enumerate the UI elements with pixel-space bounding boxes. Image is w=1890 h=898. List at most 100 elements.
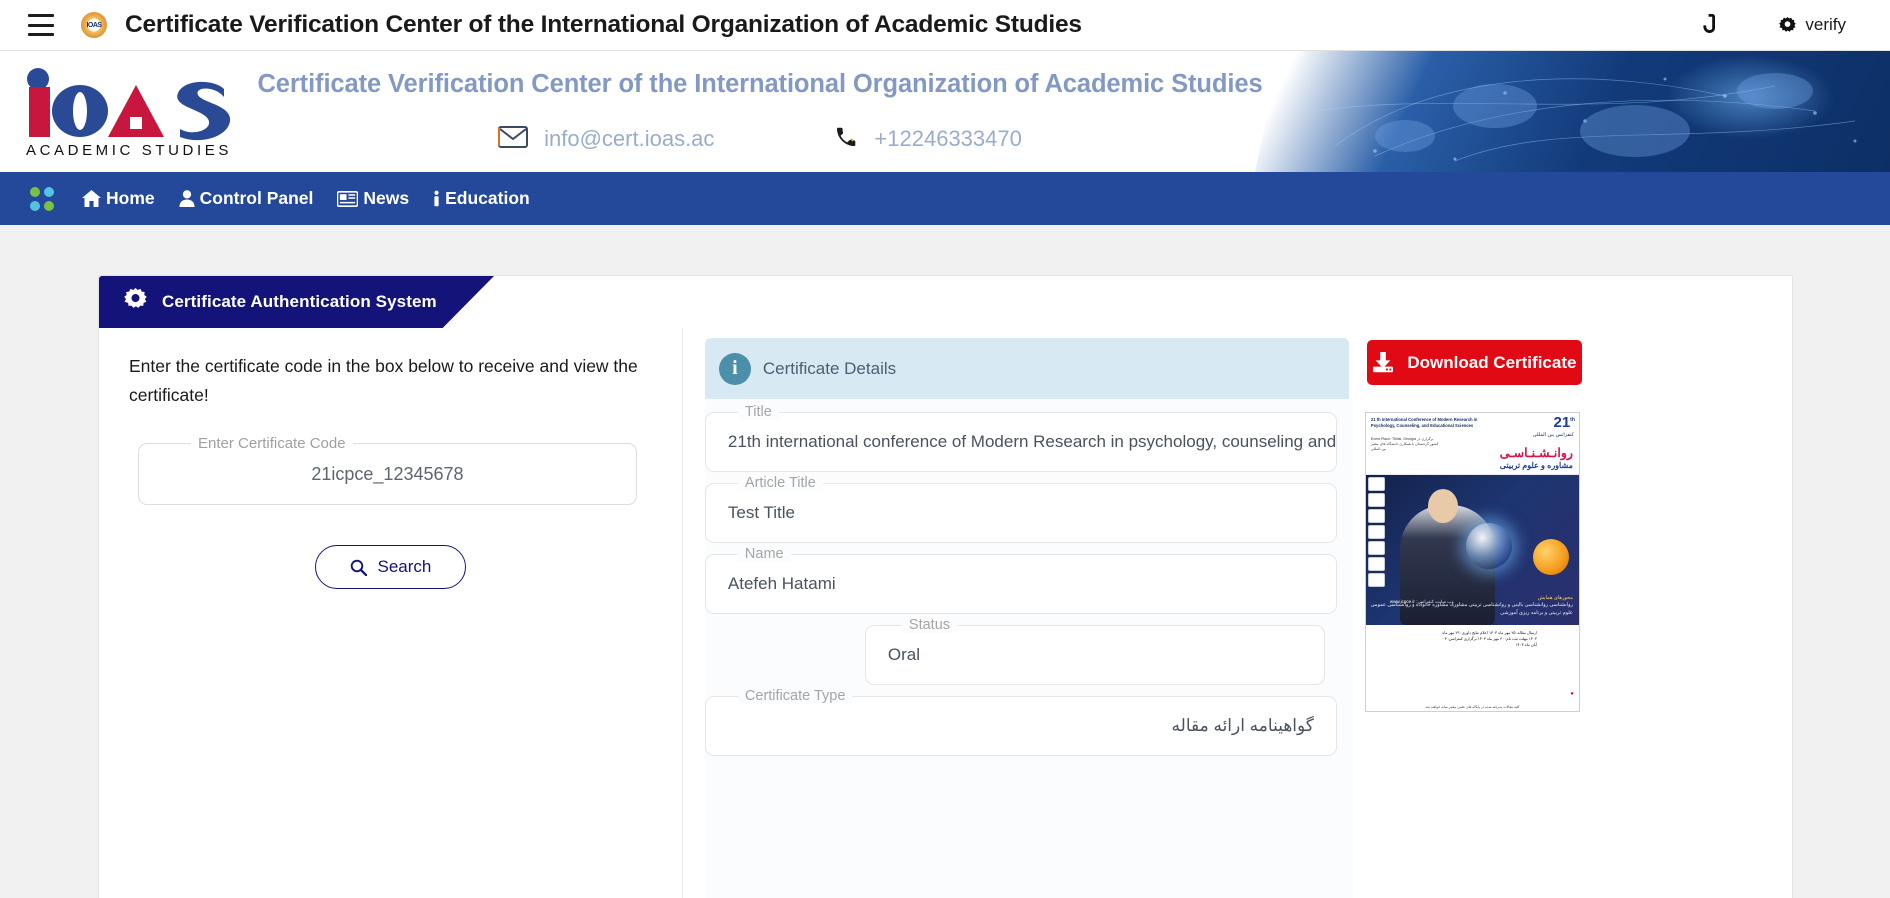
nav-item-news-label: News	[363, 188, 410, 208]
poster-artwork: محورهای همایش روانشناسی روانشناسی بالینی…	[1365, 475, 1579, 625]
poster-edition-number: 21th	[1553, 414, 1575, 431]
poster-important-dates: ارسال مقاله: ۲۵ مهر ماه ۱۴۰۳ اعلام نتایج…	[1442, 631, 1537, 647]
four-dots-grid-icon[interactable]	[30, 186, 54, 211]
field-article-title[interactable]: Article Title Test Title	[704, 475, 1337, 543]
field-title-label: Title	[737, 404, 779, 420]
nav-item-news[interactable]: News	[337, 188, 409, 209]
field-title[interactable]: Title 21th international conference of M…	[704, 404, 1337, 472]
banner-email-text: info@cert.ioas.ac	[544, 126, 715, 151]
poster-topics: محورهای همایش روانشناسی روانشناسی بالینی…	[1366, 595, 1573, 618]
page-content: Certificate Authentication System Enter …	[0, 225, 1890, 898]
poster-footer: ارسال مقاله: ۲۵ مهر ماه ۱۴۰۳ اعلام نتایج…	[1365, 625, 1579, 711]
top-bar-actions: verify	[1699, 13, 1846, 38]
card-header-tab: Certificate Authentication System	[99, 276, 494, 328]
poster-edition-suffix: th	[1570, 417, 1575, 423]
poster-globe-graphic	[1465, 523, 1512, 569]
field-certificate-type-value: گواهینامه ارائه مقاله	[1171, 716, 1314, 735]
field-name-value: Atefeh Hatami	[727, 574, 836, 593]
search-icon	[350, 559, 367, 576]
ioas-seal-icon: IOAS	[81, 12, 107, 38]
field-status-label: Status	[901, 617, 958, 633]
nav-item-control-panel-label: Control Panel	[199, 188, 314, 208]
nav-item-education[interactable]: Education	[433, 188, 530, 209]
details-header: i Certificate Details	[704, 338, 1349, 399]
ioas-logo: ACADEMIC STUDIES	[18, 63, 248, 159]
verify-label: verify	[1805, 15, 1846, 34]
ioas-seal-text: IOAS	[86, 21, 102, 29]
home-icon	[82, 190, 101, 207]
phone-icon[interactable]	[1699, 13, 1719, 38]
poster-website-url: www.icpce.ir	[1389, 599, 1415, 604]
page-title: Certificate Verification Center of the I…	[125, 11, 1082, 38]
newspaper-icon	[337, 190, 359, 207]
certificate-card: Certificate Authentication System Enter …	[98, 275, 1793, 898]
field-title-value: 21th international conference of Modern …	[727, 432, 1336, 451]
certificate-code-value[interactable]: 21icpce_12345678	[139, 464, 636, 485]
poster-header: 21 th International Conference of Modern…	[1365, 413, 1579, 475]
svg-text:ACADEMIC STUDIES: ACADEMIC STUDIES	[26, 142, 232, 159]
field-name-label: Name	[737, 546, 791, 562]
conference-poster[interactable]: 21 th International Conference of Modern…	[1364, 412, 1580, 712]
top-bar: IOAS Certificate Verification Center of …	[0, 0, 1890, 51]
download-icon	[1372, 352, 1394, 373]
poster-edition-value: 21	[1553, 414, 1571, 431]
certificate-code-label: Enter Certificate Code	[191, 435, 353, 453]
download-certificate-button[interactable]: Download Certificate	[1366, 340, 1582, 385]
main-navigation: Home Control Panel News Education	[0, 172, 1890, 225]
card-body: Enter the certificate code in the box be…	[99, 328, 1792, 898]
field-article-title-label: Article Title	[737, 475, 823, 491]
envelope-icon	[498, 125, 529, 153]
poster-sponsor-logos	[1367, 477, 1385, 587]
field-article-title-value: Test Title	[727, 503, 795, 522]
search-button-wrap: Search	[129, 545, 652, 590]
card-header-label: Certificate Authentication System	[162, 292, 437, 311]
nav-items: Home Control Panel News Education	[82, 188, 530, 209]
poster-orange-sphere	[1532, 539, 1569, 575]
download-panel: Download Certificate 21 th International…	[1353, 328, 1792, 898]
download-certificate-label: Download Certificate	[1407, 352, 1577, 372]
info-icon	[433, 190, 440, 207]
poster-person-head	[1427, 489, 1458, 523]
nav-item-home[interactable]: Home	[82, 188, 155, 209]
poster-venue: Event Place: Tbilisi, Georgia برگزاری در…	[1370, 437, 1439, 452]
details-header-label: Certificate Details	[762, 358, 897, 378]
banner-phone-text: +12246333470	[874, 126, 1022, 151]
poster-website-label: وب سایت کنفرانس:	[1416, 599, 1454, 604]
poster-fa-conference: کنفرانس بین المللی	[1532, 432, 1574, 438]
poster-footer-note: کلیه مقالات پذیرفته شده در پایگاه های عل…	[1425, 705, 1520, 709]
search-button[interactable]: Search	[314, 545, 467, 590]
poster-fa-subtitle: مشاوره و علوم تربیتی	[1499, 461, 1573, 470]
certificate-badge-icon	[124, 288, 147, 316]
certificate-details-panel: i Certificate Details Title 21th interna…	[683, 328, 1353, 898]
banner-contacts: info@cert.ioas.ac +12246333470	[498, 125, 1022, 154]
field-name[interactable]: Name Atefeh Hatami	[704, 546, 1337, 614]
field-status[interactable]: Status Oral	[864, 617, 1325, 685]
poster-english-title: 21 th International Conference of Modern…	[1370, 417, 1478, 428]
poster-fa-title: روانـشـنـاسـی	[1499, 446, 1573, 460]
field-status-value: Oral	[887, 645, 921, 664]
nav-item-home-label: Home	[106, 188, 155, 208]
user-icon	[179, 190, 195, 207]
map-pin-icon: ●	[1570, 691, 1574, 697]
banner-phone[interactable]: +12246333470	[834, 125, 1022, 154]
poster-website: وب سایت کنفرانس: www.icpce.ir	[1390, 599, 1454, 605]
field-certificate-type-label: Certificate Type	[737, 688, 853, 704]
verify-menu-item[interactable]: verify	[1779, 15, 1846, 35]
hamburger-icon[interactable]	[28, 14, 54, 36]
search-panel: Enter the certificate code in the box be…	[99, 328, 683, 898]
phone-icon	[834, 125, 858, 154]
search-instructions: Enter the certificate code in the box be…	[129, 356, 638, 405]
banner-center: Certificate Verification Center of the I…	[255, 51, 1265, 172]
search-button-label: Search	[377, 557, 432, 577]
banner-title: Certificate Verification Center of the I…	[257, 69, 1263, 98]
field-certificate-type[interactable]: Certificate Type گواهینامه ارائه مقاله	[704, 688, 1337, 756]
nav-item-control-panel[interactable]: Control Panel	[179, 188, 314, 209]
site-banner: ACADEMIC STUDIES Certificate Verificatio…	[0, 51, 1890, 172]
info-icon: i	[718, 352, 751, 385]
nav-item-education-label: Education	[445, 188, 530, 208]
details-fields: Title 21th international conference of M…	[704, 399, 1353, 898]
world-map-graphic	[1255, 51, 1890, 172]
certificate-code-field[interactable]: Enter Certificate Code 21icpce_12345678	[138, 435, 637, 506]
certificate-badge-icon	[1779, 16, 1797, 34]
banner-email[interactable]: info@cert.ioas.ac	[498, 125, 715, 153]
